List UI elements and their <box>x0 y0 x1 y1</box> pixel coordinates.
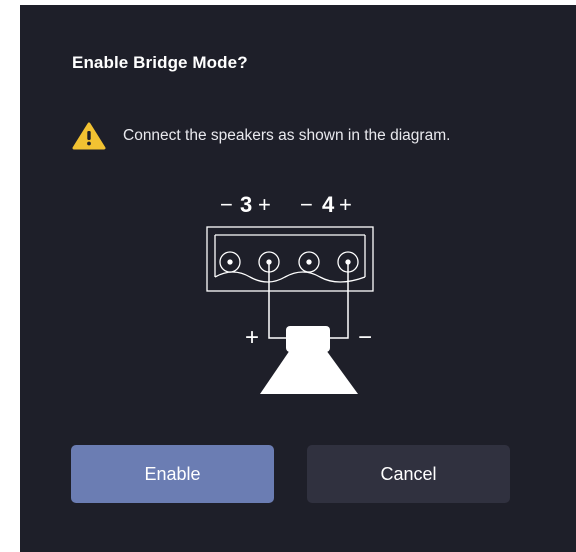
speaker-plus-label: + <box>245 324 259 351</box>
channel-4-plus: + <box>339 192 352 217</box>
bridge-mode-dialog: Enable Bridge Mode? Connect the speakers… <box>20 5 576 552</box>
terminal-4-minus <box>298 251 320 273</box>
channel-3-minus: − <box>220 192 233 217</box>
speaker-minus-label: − <box>358 324 372 351</box>
channel-3-number: 3 <box>240 192 252 217</box>
cancel-button[interactable]: Cancel <box>307 445 510 503</box>
terminal-3-minus <box>219 251 241 273</box>
channel-4-number: 4 <box>322 192 335 217</box>
speaker-icon <box>260 326 358 394</box>
channel-3-plus: + <box>258 192 271 217</box>
enable-button[interactable]: Enable <box>71 445 274 503</box>
channel-4-minus: − <box>300 192 313 217</box>
bridge-wiring-diagram: − 3 + − 4 + + − <box>206 192 374 394</box>
